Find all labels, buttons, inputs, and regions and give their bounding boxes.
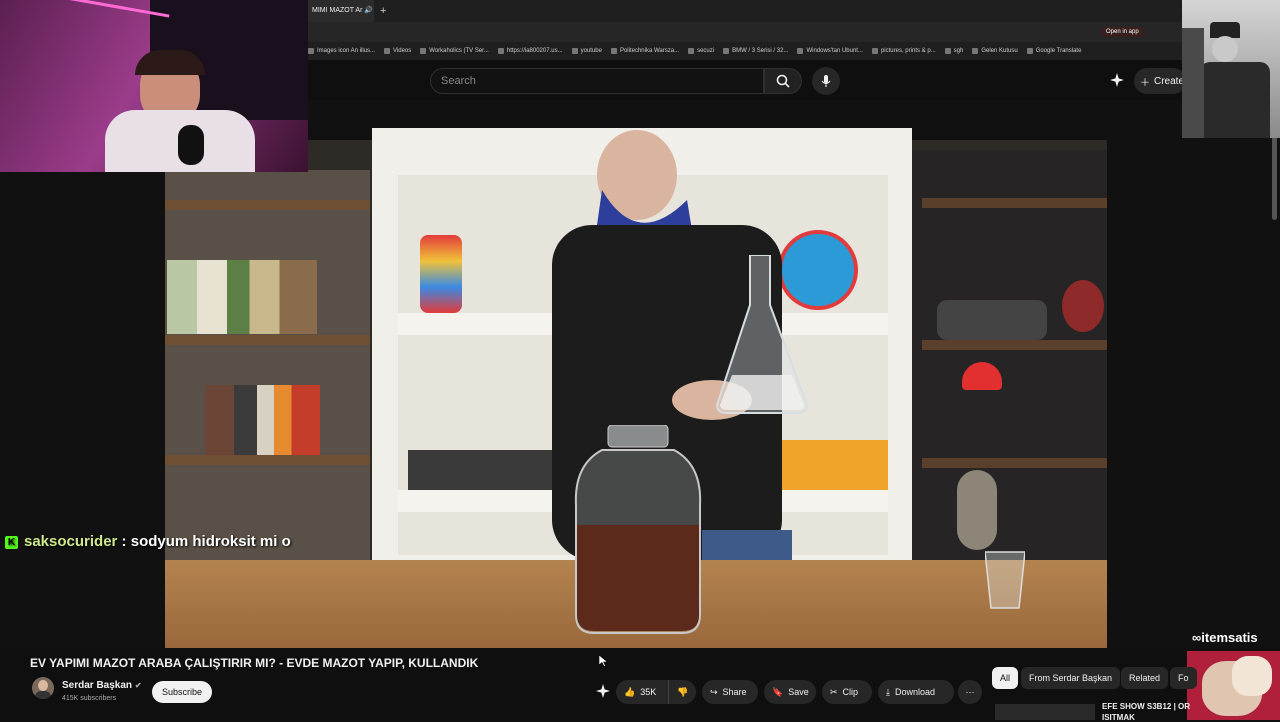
- bookmark-icon: [871, 48, 878, 54]
- bookmark-item[interactable]: youtube: [571, 48, 602, 54]
- recommendation-thumbnail[interactable]: [995, 704, 1095, 720]
- bookmark-item[interactable]: Images icon An illus...: [308, 48, 375, 54]
- tab-bar: [308, 0, 1182, 22]
- plastic-cup: [985, 551, 1025, 609]
- more-actions-button[interactable]: ⋯: [958, 680, 982, 704]
- bookmark-item[interactable]: Workaholics (TV Ser...: [420, 48, 489, 54]
- share-button[interactable]: ↪ Share: [702, 680, 758, 704]
- erlenmeyer-flask: [715, 255, 809, 414]
- save-button[interactable]: 🔖 Save: [764, 680, 816, 704]
- ask-ai-icon[interactable]: [596, 684, 610, 703]
- bookmark-item[interactable]: Google Translate: [1026, 48, 1081, 54]
- download-button[interactable]: ⤓ Download: [878, 680, 954, 704]
- bookmark-icon: [723, 48, 730, 54]
- open-in-app-button[interactable]: Open in app: [1100, 27, 1145, 37]
- glass-jar: [574, 425, 702, 634]
- bookmarks-bar: Images icon An illus... Videos Workaholi…: [308, 42, 1182, 60]
- search-input[interactable]: Search: [430, 68, 764, 94]
- bookmark-item[interactable]: pictures, prints & p...: [871, 48, 936, 54]
- search-icon: [776, 74, 790, 88]
- recommendation-subtitle[interactable]: ISITMAK: [1102, 713, 1135, 722]
- microphone-icon: [821, 75, 831, 87]
- bookmark-item[interactable]: Gelen Kutusu: [972, 48, 1018, 54]
- bookmark-icon: [797, 48, 804, 54]
- bookmark-item[interactable]: BMW / 3 Serisi / 32...: [723, 48, 788, 54]
- active-tab[interactable]: MIMI MAZOT Ar 🔊 ✕: [308, 0, 374, 22]
- voice-search-button[interactable]: [812, 67, 840, 95]
- address-bar-strip: [308, 22, 1182, 42]
- like-button[interactable]: 👍 35K: [616, 680, 668, 704]
- chip-all[interactable]: All: [992, 667, 1019, 689]
- chip-from-channel[interactable]: From Serdar Başkan: [1021, 667, 1121, 689]
- bookmark-item[interactable]: Windows'tan Ubunt...: [797, 48, 863, 54]
- chip-more[interactable]: Fo: [1170, 667, 1197, 689]
- subscriber-count: 415K subscribers: [62, 695, 117, 702]
- chip-related[interactable]: Related: [1121, 667, 1169, 689]
- itemsatis-watermark: ∞itemsatis: [1192, 630, 1258, 645]
- bookmark-item[interactable]: Videos: [384, 48, 411, 54]
- recommendation-title[interactable]: EFE SHOW S3B12 | OR: [1102, 702, 1190, 711]
- mouse-cursor-icon: [598, 654, 609, 672]
- left-bookshelf: [165, 170, 370, 570]
- folder-icon: [688, 48, 695, 54]
- share-icon: ↪: [710, 686, 718, 697]
- active-tab-title: MIMI MAZOT Ar: [312, 7, 363, 14]
- bookmark-icon: [420, 48, 427, 54]
- verified-icon: ✔: [134, 681, 142, 690]
- scissors-icon: ✂: [830, 686, 838, 697]
- search-button[interactable]: [764, 68, 802, 94]
- bookmark-item[interactable]: secuzi: [688, 48, 714, 54]
- right-shelf: [912, 150, 1107, 570]
- create-button[interactable]: ＋ Create: [1134, 68, 1186, 94]
- historical-photo-overlay: [1182, 0, 1280, 138]
- sparkle-icon[interactable]: [1110, 73, 1124, 92]
- channel-name[interactable]: Serdar Başkan ✔: [62, 680, 142, 691]
- audio-icon: 🔊: [364, 7, 374, 14]
- clip-button[interactable]: ✂ Clip: [822, 680, 872, 704]
- new-tab-button[interactable]: +: [380, 5, 386, 17]
- chat-text: : sodyum hidroksit mi o: [117, 533, 291, 550]
- channel-avatar[interactable]: [32, 677, 54, 699]
- folder-icon: [944, 48, 951, 54]
- bookmark-icon: [308, 48, 314, 54]
- plus-icon: ＋: [1140, 77, 1150, 89]
- bookmark-icon: [384, 48, 391, 54]
- bookmark-icon: [610, 48, 617, 54]
- link-logo-icon: ∞: [1192, 630, 1202, 645]
- dislike-button[interactable]: 👎: [668, 680, 696, 704]
- bookmark-item[interactable]: Politechnika Warsza...: [610, 48, 679, 54]
- more-icon: ⋯: [965, 686, 975, 697]
- folder-icon: [571, 48, 578, 54]
- kick-badge-icon: K: [5, 536, 18, 549]
- chat-username: saksocurider: [24, 533, 118, 550]
- thumbs-down-icon: 👎: [677, 686, 689, 697]
- cat-overlay: [1187, 651, 1280, 720]
- translate-icon: [1026, 48, 1033, 54]
- streamer-webcam: [0, 0, 308, 172]
- download-icon: ⤓: [886, 686, 890, 697]
- subscribe-button[interactable]: Subscribe: [152, 681, 212, 703]
- bookmark-icon: 🔖: [772, 686, 784, 697]
- bookmark-item[interactable]: https://ia800207.us...: [497, 48, 563, 54]
- stream-chat-message: Ksaksocurider : sodyum hidroksit mi o: [5, 533, 291, 550]
- bookmark-icon: [497, 48, 504, 54]
- video-title: EV YAPIMI MAZOT ARABA ÇALIŞTIRIR MI? - E…: [30, 656, 479, 670]
- thumbs-up-icon: 👍: [624, 686, 636, 697]
- bookmark-item[interactable]: sgh: [944, 48, 963, 54]
- mail-icon: [972, 48, 979, 54]
